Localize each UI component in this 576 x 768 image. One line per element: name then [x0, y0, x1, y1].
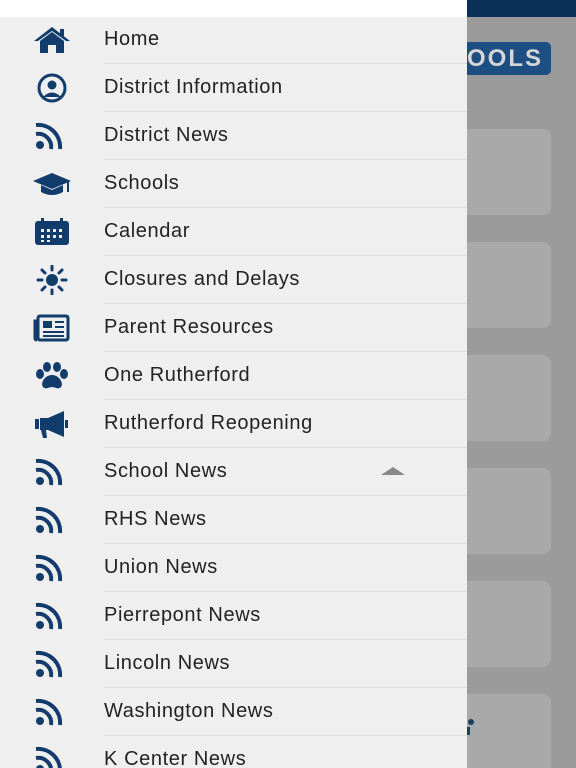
- menu-item-district-information[interactable]: District Information: [0, 64, 467, 112]
- graduation-cap-icon: [31, 169, 73, 199]
- navigation-drawer: Home District Information District News: [0, 0, 467, 768]
- calendar-icon: [31, 217, 73, 247]
- menu-item-washington-news[interactable]: Washington News: [0, 688, 467, 736]
- menu-item-parent-resources[interactable]: Parent Resources: [0, 304, 467, 352]
- rss-icon: [31, 121, 73, 151]
- menu-item-label: Rutherford Reopening: [104, 412, 313, 434]
- menu-item-label: Union News: [104, 556, 218, 578]
- menu-item-rhs-news[interactable]: RHS News: [0, 496, 467, 544]
- menu-item-one-rutherford[interactable]: One Rutherford: [0, 352, 467, 400]
- menu-item-label: RHS News: [104, 508, 207, 530]
- rss-icon: [31, 553, 73, 583]
- rss-icon: [31, 649, 73, 679]
- menu-item-label: District Information: [104, 76, 283, 98]
- menu-item-label: Home: [104, 28, 160, 50]
- menu-item-rutherford-reopening[interactable]: Rutherford Reopening: [0, 400, 467, 448]
- menu-item-label: K Center News: [104, 748, 247, 768]
- menu-item-home[interactable]: Home: [0, 16, 467, 64]
- menu-item-calendar[interactable]: Calendar: [0, 208, 467, 256]
- menu-item-schools[interactable]: Schools: [0, 160, 467, 208]
- newspaper-icon: [31, 313, 73, 343]
- menu-item-k-center-news[interactable]: K Center News: [0, 736, 467, 768]
- menu-item-label: Washington News: [104, 700, 274, 722]
- rss-icon: [31, 457, 73, 487]
- rss-icon: [31, 601, 73, 631]
- menu-item-label: Schools: [104, 172, 180, 194]
- menu-item-label: One Rutherford: [104, 364, 251, 386]
- logo-text: OOLS: [466, 45, 543, 72]
- megaphone-icon: [31, 409, 73, 439]
- menu-item-label: School News: [104, 460, 228, 482]
- drawer-status-bar: [0, 0, 467, 17]
- menu-item-district-news[interactable]: District News: [0, 112, 467, 160]
- menu-item-lincoln-news[interactable]: Lincoln News: [0, 640, 467, 688]
- rss-icon: [31, 745, 73, 768]
- menu-item-label: Closures and Delays: [104, 268, 300, 290]
- menu-item-pierrepont-news[interactable]: Pierrepont News: [0, 592, 467, 640]
- menu-item-closures-and-delays[interactable]: Closures and Delays: [0, 256, 467, 304]
- rss-icon: [31, 505, 73, 535]
- home-icon: [31, 25, 73, 55]
- menu-item-label: Calendar: [104, 220, 190, 242]
- user-circle-icon: [31, 73, 73, 103]
- paw-icon: [31, 361, 73, 391]
- rss-icon: [31, 697, 73, 727]
- menu-item-school-news[interactable]: School News: [0, 448, 467, 496]
- sun-icon: [31, 265, 73, 295]
- menu-item-label: Pierrepont News: [104, 604, 261, 626]
- menu-item-label: District News: [104, 124, 229, 146]
- menu-item-label: Lincoln News: [104, 652, 231, 674]
- collapse-caret-icon[interactable]: [381, 467, 405, 475]
- menu-item-union-news[interactable]: Union News: [0, 544, 467, 592]
- menu-item-label: Parent Resources: [104, 316, 274, 338]
